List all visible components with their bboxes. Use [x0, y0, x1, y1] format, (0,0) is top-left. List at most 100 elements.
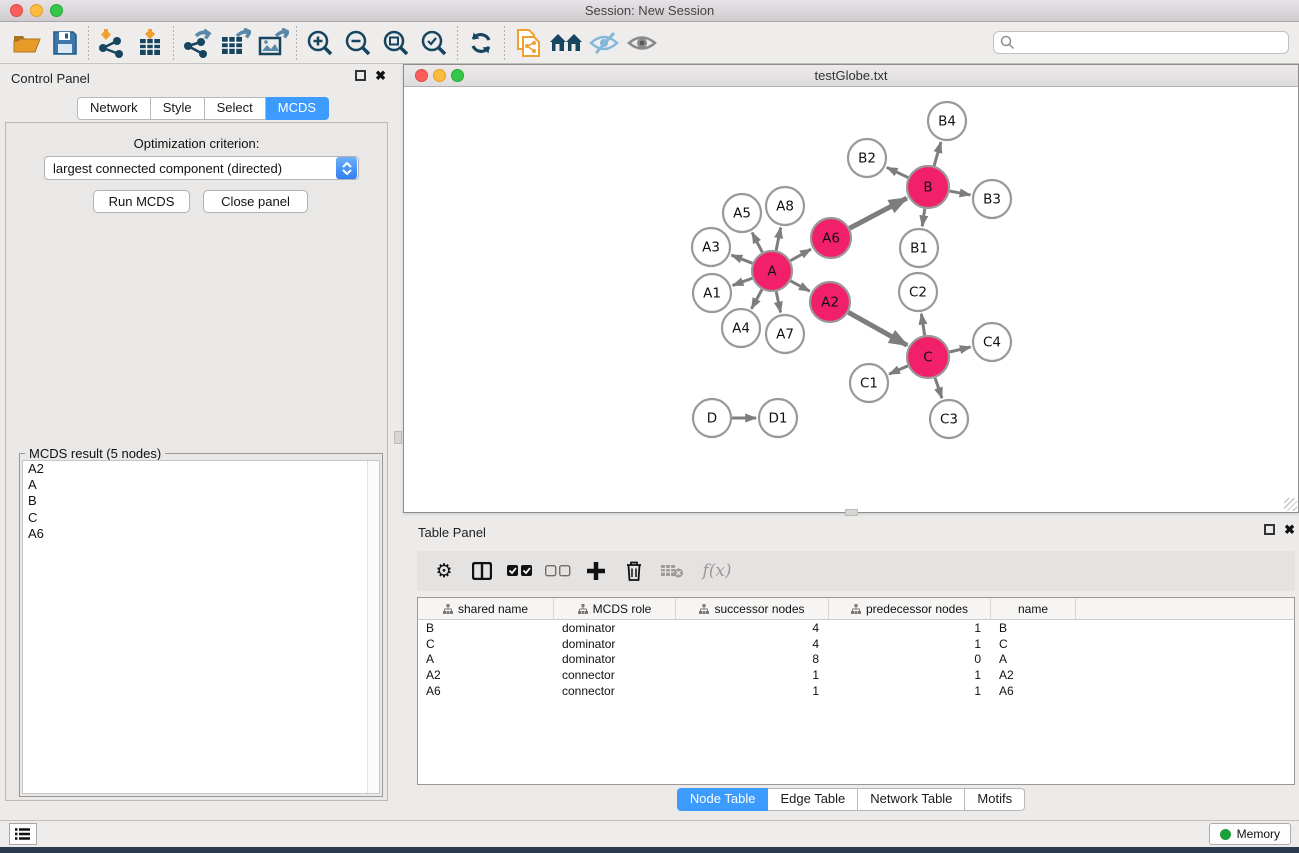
column-header-predecessor-nodes[interactable]: predecessor nodes [829, 598, 991, 619]
cell-name[interactable]: A [991, 652, 1076, 666]
edge-A-A5[interactable] [752, 233, 762, 253]
cell-name[interactable]: C [991, 637, 1076, 651]
cell-shared-name[interactable]: B [418, 621, 554, 635]
zoom-selected-icon[interactable] [415, 26, 453, 60]
edge-C-C3[interactable] [935, 378, 942, 398]
close-panel-button[interactable]: Close panel [203, 190, 308, 213]
cell-shared-name[interactable]: A2 [418, 668, 554, 682]
tab-edge-table[interactable]: Edge Table [768, 788, 858, 811]
table-row[interactable]: A6connector11A6 [418, 683, 1294, 699]
cell-shared-name[interactable]: A [418, 652, 554, 666]
cell-MCDS-role[interactable]: dominator [554, 621, 676, 635]
mcds-result-list[interactable]: A2ABCA6 [22, 460, 380, 794]
cell-shared-name[interactable]: A6 [418, 684, 554, 698]
task-history-button[interactable] [9, 823, 37, 845]
save-session-icon[interactable] [46, 26, 84, 60]
edge-A-A2[interactable] [791, 281, 810, 291]
edge-A-A3[interactable] [731, 255, 752, 263]
search-input[interactable] [1015, 36, 1288, 50]
export-network-icon[interactable] [178, 26, 216, 60]
cell-name[interactable]: A6 [991, 684, 1076, 698]
net-minimize-icon[interactable] [433, 69, 446, 82]
select-all-icon[interactable] [501, 555, 539, 587]
show-eye-icon[interactable] [623, 26, 661, 60]
column-header-name[interactable]: name [991, 598, 1076, 619]
column-browse-icon[interactable] [463, 555, 501, 587]
cell-shared-name[interactable]: C [418, 637, 554, 651]
cell-successor-nodes[interactable]: 8 [676, 652, 829, 666]
zoom-fit-icon[interactable] [377, 26, 415, 60]
result-item[interactable]: A [23, 477, 379, 493]
tab-style[interactable]: Style [151, 97, 205, 120]
float-table-panel-icon[interactable] [1264, 524, 1275, 535]
table-row[interactable]: Bdominator41B [418, 620, 1294, 636]
tab-network-table[interactable]: Network Table [858, 788, 965, 811]
edge-A-A4[interactable] [752, 289, 762, 308]
table-row[interactable]: Cdominator41C [418, 636, 1294, 652]
column-header-successor-nodes[interactable]: successor nodes [676, 598, 829, 619]
cell-MCDS-role[interactable]: dominator [554, 652, 676, 666]
search-field[interactable] [993, 31, 1289, 54]
tab-mcds[interactable]: MCDS [266, 97, 329, 120]
edge-B-B2[interactable] [887, 167, 908, 177]
gear-icon[interactable]: ⚙ [425, 555, 463, 587]
function-builder-icon[interactable]: f(x) [691, 555, 743, 587]
scrollbar-track[interactable] [367, 461, 379, 793]
import-table-icon[interactable] [131, 26, 169, 60]
net-close-icon[interactable] [415, 69, 428, 82]
criterion-dropdown[interactable]: largest connected component (directed) [44, 156, 359, 180]
edge-C-C2[interactable] [921, 314, 924, 336]
edge-A-A6[interactable] [790, 249, 811, 261]
delete-table-icon[interactable] [653, 555, 691, 587]
cell-successor-nodes[interactable]: 1 [676, 668, 829, 682]
result-item[interactable]: C [23, 510, 379, 526]
edge-A-A8[interactable] [776, 228, 781, 251]
node-table[interactable]: shared nameMCDS rolesuccessor nodesprede… [417, 597, 1295, 785]
column-header-shared-name[interactable]: shared name [418, 598, 554, 619]
cell-successor-nodes[interactable]: 4 [676, 637, 829, 651]
cell-predecessor-nodes[interactable]: 1 [829, 621, 991, 635]
home-icon[interactable] [547, 26, 585, 60]
result-item[interactable]: A6 [23, 526, 379, 542]
import-network-icon[interactable] [93, 26, 131, 60]
cell-name[interactable]: B [991, 621, 1076, 635]
table-row[interactable]: A2connector11A2 [418, 667, 1294, 683]
cell-predecessor-nodes[interactable]: 0 [829, 652, 991, 666]
cell-MCDS-role[interactable]: connector [554, 668, 676, 682]
table-row[interactable]: Adominator80A [418, 652, 1294, 668]
export-image-icon[interactable] [254, 26, 292, 60]
result-item[interactable]: B [23, 493, 379, 509]
hide-panel-icon[interactable] [585, 26, 623, 60]
edge-B-B4[interactable] [934, 142, 941, 166]
tab-network[interactable]: Network [77, 97, 151, 120]
tab-node-table[interactable]: Node Table [677, 788, 769, 811]
maximize-window-icon[interactable] [50, 4, 63, 17]
cell-predecessor-nodes[interactable]: 1 [829, 637, 991, 651]
edge-C-C1[interactable] [889, 366, 908, 374]
memory-button[interactable]: Memory [1209, 823, 1291, 845]
resize-grip-icon[interactable] [1284, 498, 1297, 511]
run-mcds-button[interactable]: Run MCDS [93, 190, 190, 213]
close-panel-icon[interactable]: ✖ [375, 70, 386, 81]
cell-successor-nodes[interactable]: 4 [676, 621, 829, 635]
cell-MCDS-role[interactable]: connector [554, 684, 676, 698]
cell-successor-nodes[interactable]: 1 [676, 684, 829, 698]
column-header-MCDS-role[interactable]: MCDS role [554, 598, 676, 619]
edge-B-B1[interactable] [922, 209, 925, 226]
edge-A-A1[interactable] [733, 278, 753, 285]
horizontal-splitter-handle[interactable] [845, 509, 858, 516]
tab-motifs[interactable]: Motifs [965, 788, 1025, 811]
cell-MCDS-role[interactable]: dominator [554, 637, 676, 651]
float-panel-icon[interactable] [355, 70, 366, 81]
vertical-splitter-handle[interactable] [394, 431, 402, 444]
duplicate-network-icon[interactable] [509, 26, 547, 60]
refresh-icon[interactable] [462, 26, 500, 60]
cell-name[interactable]: A2 [991, 668, 1076, 682]
result-item[interactable]: A2 [23, 461, 379, 477]
export-table-icon[interactable] [216, 26, 254, 60]
edge-A-A7[interactable] [776, 292, 780, 313]
edge-C-C4[interactable] [949, 347, 970, 352]
edge-A2-C[interactable] [848, 312, 907, 345]
zoom-out-icon[interactable] [339, 26, 377, 60]
network-canvas[interactable]: B4B2BB3A5A8A6A3B1AA1C2A2A4A7CC1C4C3DD1 [404, 87, 1298, 512]
